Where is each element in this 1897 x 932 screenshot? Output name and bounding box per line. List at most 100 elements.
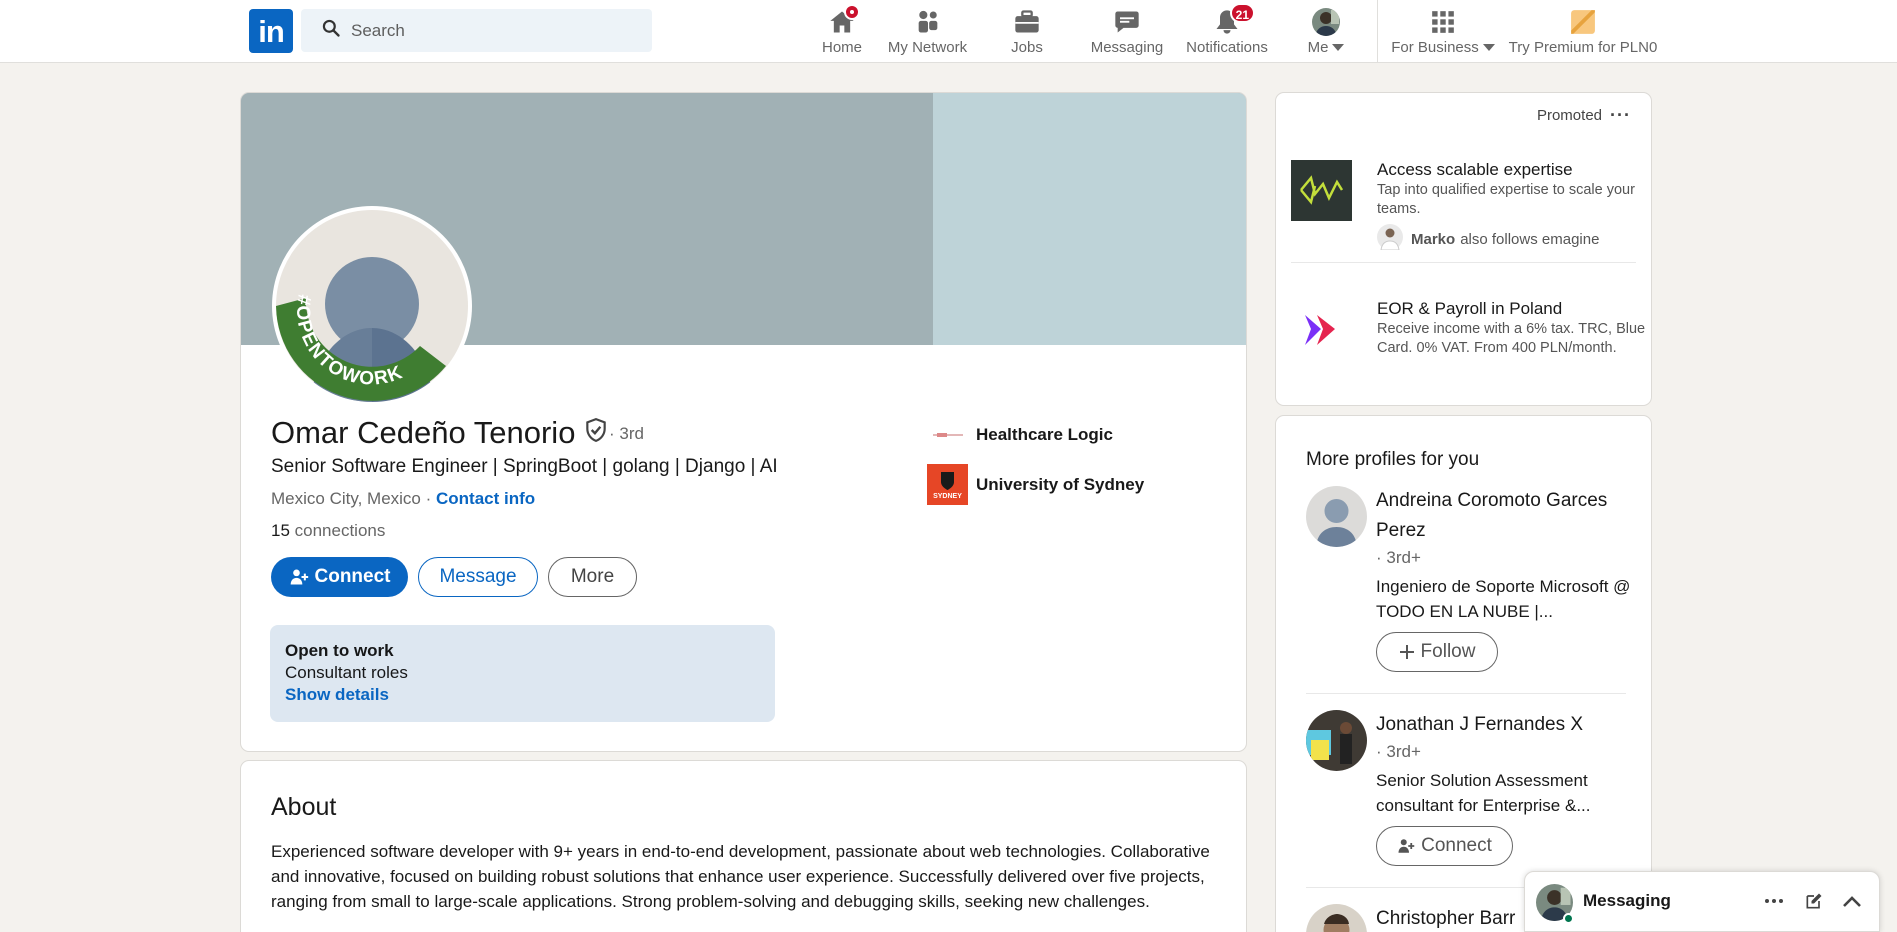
follow-button[interactable]: Follow: [1376, 632, 1498, 672]
profile-avatar[interactable]: #OPENTOWORK: [272, 206, 472, 406]
search-icon: [321, 18, 341, 43]
home-icon: [826, 4, 860, 38]
nav-my-network-label: My Network: [887, 39, 968, 56]
profile-suggestion[interactable]: Jonathan J Fernandes X · 3rd+ Senior Sol…: [1306, 710, 1636, 870]
nav-my-network[interactable]: My Network: [885, 0, 970, 62]
profile-suggestion[interactable]: Andreina Coromoto Garces Perez · 3rd+ In…: [1306, 486, 1636, 676]
verified-shield-icon[interactable]: [583, 415, 609, 451]
divider: [1291, 262, 1636, 263]
chevron-down-icon: [1332, 44, 1345, 51]
ad-item[interactable]: Access scalable expertise Tap into quali…: [1291, 160, 1641, 260]
promoted-card: Promoted ··· Access scalable expertise T…: [1275, 92, 1652, 406]
connection-degree: · 3rd: [609, 424, 644, 443]
person-headline: Senior Solution Assessment consultant fo…: [1376, 771, 1591, 815]
about-title: About: [271, 793, 337, 821]
nav-messaging[interactable]: Messaging: [1086, 0, 1168, 62]
emagine-logo-icon: [1291, 160, 1352, 221]
nav-jobs[interactable]: Jobs: [1002, 0, 1052, 62]
follower-name: Marko: [1411, 230, 1456, 248]
search-input[interactable]: [351, 20, 641, 41]
chevron-up-icon[interactable]: [1839, 888, 1865, 914]
search-box[interactable]: [301, 9, 652, 52]
current-company[interactable]: Healthcare Logic: [927, 414, 1113, 455]
ad-item[interactable]: EOR & Payroll in Poland Receive income w…: [1291, 299, 1645, 369]
nav-try-premium[interactable]: Try Premium for PLN0: [1508, 0, 1658, 62]
add-person-icon: [1398, 839, 1415, 853]
more-profiles-title: More profiles for you: [1306, 449, 1480, 470]
linkedin-logo-icon[interactable]: in: [249, 9, 293, 53]
chevron-down-icon: [1482, 44, 1495, 51]
more-profiles-card: More profiles for you Andreina Coromoto …: [1275, 415, 1652, 932]
notifications-count-badge: 21: [1229, 3, 1255, 23]
messaging-dock[interactable]: Messaging: [1524, 871, 1880, 932]
online-status-dot: [1563, 913, 1574, 924]
nav-notifications-label: Notifications: [1186, 39, 1268, 56]
nav-notifications[interactable]: 21 Notifications: [1183, 0, 1271, 62]
open-to-work-box[interactable]: Open to work Consultant roles Show detai…: [270, 625, 775, 722]
school-name: University of Sydney: [976, 474, 1145, 494]
avatar: [1306, 710, 1367, 771]
profile-name: Omar Cedeño Tenorio: [271, 415, 576, 450]
ad-description: Receive income with a 6% tax. TRC, Blue …: [1377, 321, 1646, 356]
nav-for-business[interactable]: For Business: [1391, 0, 1495, 62]
open-to-work-title: Open to work: [285, 641, 394, 660]
more-options-icon[interactable]: [1761, 888, 1787, 914]
person-name[interactable]: Jonathan J Fernandes X: [1376, 710, 1636, 740]
divider: [1306, 693, 1626, 694]
follower-text: also follows emagine: [1460, 230, 1600, 248]
top-nav: in Home My Network Jobs Messaging: [0, 0, 1897, 63]
nav-home-label: Home: [821, 39, 862, 56]
chat-icon: [1111, 6, 1143, 38]
message-button[interactable]: Message: [418, 557, 538, 597]
avatar: [1306, 904, 1367, 932]
nav-me[interactable]: Me: [1305, 0, 1347, 62]
bell-icon: 21: [1211, 3, 1255, 38]
messaging-title: Messaging: [1583, 891, 1671, 910]
follower-avatar: [1377, 224, 1403, 254]
connections-count: 15: [271, 521, 290, 540]
plus-icon: [1399, 645, 1414, 659]
connect-button[interactable]: Connect: [271, 557, 408, 597]
ad-title: Access scalable expertise: [1377, 160, 1573, 179]
people-icon: [912, 6, 944, 38]
nav-try-premium-label: Try Premium for PLN0: [1508, 39, 1658, 56]
open-to-work-roles: Consultant roles: [285, 663, 408, 682]
show-details-link[interactable]: Show details: [285, 685, 760, 705]
nav-me-label: Me: [1307, 39, 1329, 56]
add-person-icon: [290, 569, 308, 585]
me-avatar: [1310, 6, 1342, 38]
contact-info-link[interactable]: Contact info: [436, 489, 535, 508]
home-notification-dot: [844, 4, 860, 20]
company-name: Healthcare Logic: [976, 424, 1113, 444]
person-name[interactable]: Andreina Coromoto Garces Perez: [1376, 486, 1636, 546]
premium-icon: [1567, 6, 1599, 38]
nav-divider: [1377, 0, 1378, 62]
ad-description: Tap into qualified expertise to scale yo…: [1377, 182, 1635, 217]
education-school[interactable]: SYDNEY University of Sydney: [927, 464, 1144, 505]
nav-for-business-label: For Business: [1391, 39, 1479, 56]
compose-icon[interactable]: [1801, 888, 1827, 914]
nav-home[interactable]: Home: [807, 0, 877, 62]
healthcare-logic-logo-icon: [927, 414, 968, 455]
profile-headline: Senior Software Engineer | SpringBoot | …: [271, 456, 778, 477]
person-degree: · 3rd+: [1376, 742, 1421, 761]
more-button[interactable]: More: [548, 557, 637, 597]
svg-text:SYDNEY: SYDNEY: [933, 493, 962, 500]
promoted-label: Promoted: [1536, 107, 1603, 124]
page-scrollbar[interactable]: [1885, 63, 1897, 932]
connections-label: connections: [289, 521, 386, 540]
more-options-icon[interactable]: ···: [1610, 105, 1631, 126]
briefcase-icon: [1011, 6, 1043, 38]
avatar: [1306, 486, 1367, 547]
about-card: About Experienced software developer wit…: [240, 760, 1247, 932]
eor-payroll-logo-icon: [1291, 299, 1352, 360]
nav-messaging-label: Messaging: [1090, 39, 1164, 56]
ad-title: EOR & Payroll in Poland: [1377, 299, 1563, 318]
grid-apps-icon: [1427, 6, 1459, 38]
profile-card: #OPENTOWORK Omar Cedeño Tenorio · 3rd Se…: [240, 92, 1247, 752]
profile-location: Mexico City, Mexico: [271, 489, 421, 508]
about-text: Experienced software developer with 9+ y…: [271, 842, 1210, 911]
person-headline: Ingeniero de Soporte Microsoft @ TODO EN…: [1376, 577, 1631, 621]
connect-button[interactable]: Connect: [1376, 826, 1513, 866]
person-degree: · 3rd+: [1376, 548, 1421, 567]
